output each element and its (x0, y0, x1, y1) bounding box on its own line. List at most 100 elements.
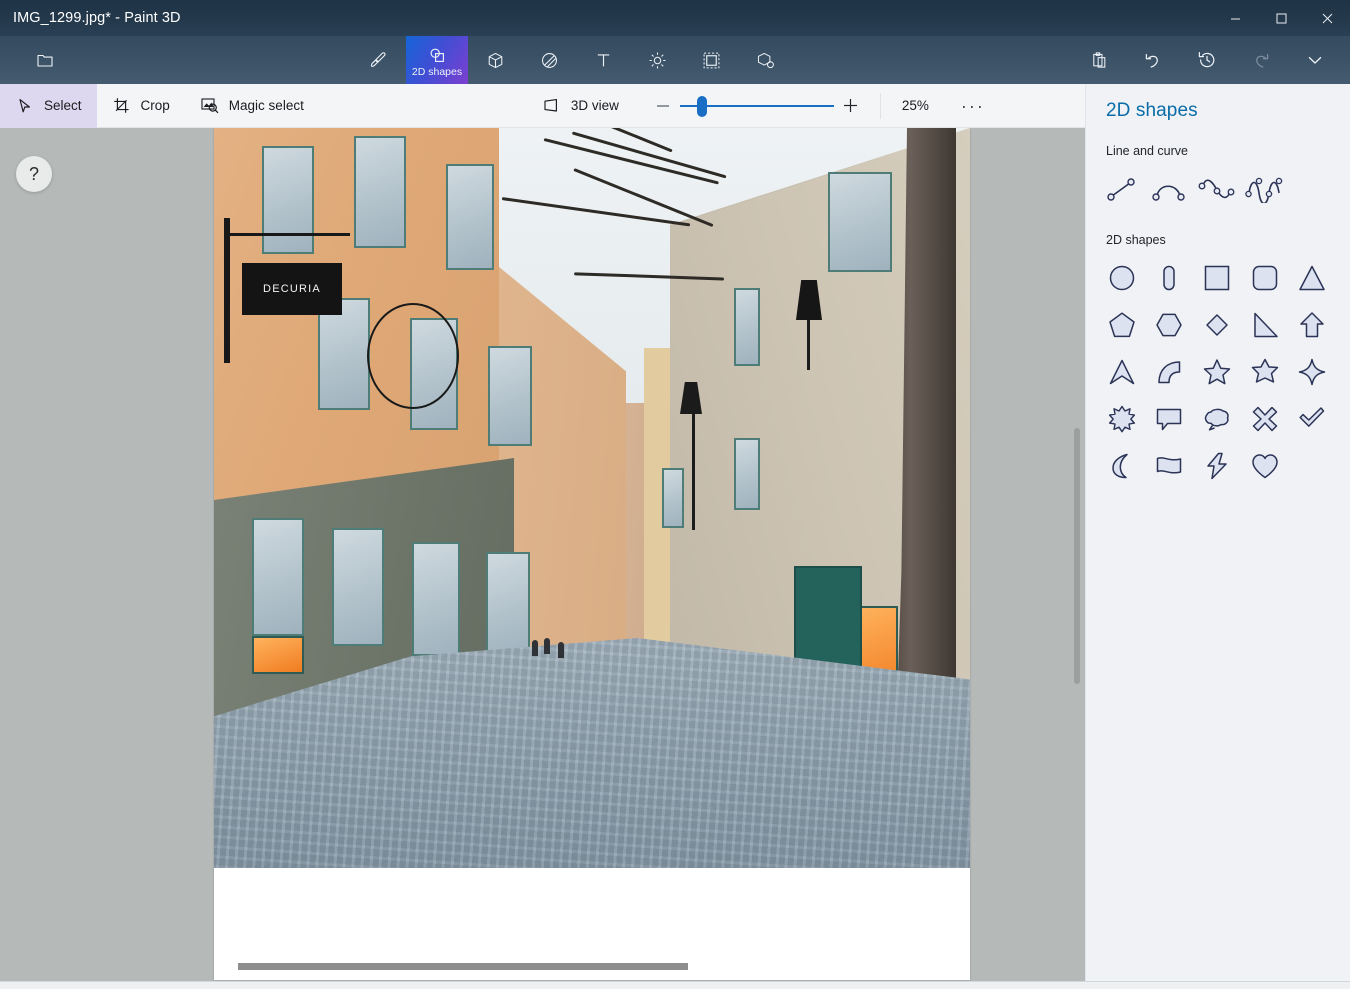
hexagon-shape-icon[interactable] (1146, 302, 1194, 347)
vertical-scrollbar-thumb[interactable] (1074, 428, 1080, 684)
pedestrian (532, 640, 538, 656)
right-triangle-shape-icon[interactable] (1241, 302, 1289, 347)
canvas-area[interactable]: ? (0, 128, 1085, 981)
zoom-out-button[interactable] (648, 90, 678, 122)
pentagon-shape-icon[interactable] (1098, 302, 1146, 347)
arrow-up-shape-icon[interactable] (1288, 302, 1336, 347)
window (734, 288, 760, 366)
window-controls (1212, 0, 1350, 36)
3d-shapes-icon (486, 49, 505, 71)
undo-button[interactable] (1126, 36, 1180, 84)
ribbon-item-effects[interactable] (630, 36, 684, 84)
line-and-curve-grid (1086, 158, 1350, 211)
starburst-shape-icon[interactable] (1098, 396, 1146, 441)
chevron-down-icon (1305, 49, 1325, 71)
crop-tool-button[interactable]: Crop (97, 84, 185, 128)
wave-curve-icon[interactable] (1241, 166, 1289, 211)
curve-icon[interactable] (1146, 166, 1194, 211)
redo-icon (1251, 49, 1271, 71)
cursor-icon (15, 98, 35, 114)
ribbon-item-3d-shapes[interactable] (468, 36, 522, 84)
quarter-pie-shape-icon[interactable] (1146, 349, 1194, 394)
shapes-grid-spacer (1288, 443, 1336, 488)
ribbon-item-stickers[interactable] (522, 36, 576, 84)
zoom-level-value[interactable]: 25% (880, 93, 950, 119)
chevron-arrow-shape-icon[interactable] (1098, 349, 1146, 394)
crop-tool-label: Crop (141, 98, 170, 113)
street-lamp-post (692, 410, 695, 530)
minimize-button[interactable] (1212, 0, 1258, 36)
star-four-point-shape-icon[interactable] (1288, 349, 1336, 394)
window (662, 468, 684, 528)
ribbon-item-3d-library[interactable] (738, 36, 792, 84)
select-tool-button[interactable]: Select (0, 84, 97, 128)
help-button[interactable]: ? (16, 156, 52, 192)
pedestrian (558, 642, 564, 658)
history-button[interactable] (1180, 36, 1234, 84)
3d-library-icon (756, 49, 775, 71)
ribbon-item-text[interactable] (576, 36, 630, 84)
window (488, 346, 532, 446)
ellipse-annotation[interactable] (367, 303, 459, 409)
panel-title: 2D shapes (1086, 84, 1350, 122)
star-six-point-shape-icon[interactable] (1241, 349, 1289, 394)
window (734, 438, 760, 510)
triangle-shape-icon[interactable] (1288, 255, 1336, 300)
ribbon-item-brushes[interactable] (352, 36, 406, 84)
thought-bubble-shape-icon[interactable] (1193, 396, 1241, 441)
shapes-grid (1086, 247, 1350, 488)
window (354, 136, 406, 248)
title-bar: IMG_1299.jpg* - Paint 3D (0, 0, 1350, 36)
diamond-shape-icon[interactable] (1193, 302, 1241, 347)
checkmark-shape-icon[interactable] (1288, 396, 1336, 441)
square-shape-icon[interactable] (1193, 255, 1241, 300)
s-curve-icon[interactable] (1193, 166, 1241, 211)
panel-section-2d-shapes: 2D shapes (1086, 211, 1350, 247)
canvas-paper[interactable]: DECURIA (214, 128, 970, 980)
banner-shape-icon[interactable] (1146, 443, 1194, 488)
main-ribbon: 2D shapes (0, 36, 1350, 84)
redo-button[interactable] (1234, 36, 1288, 84)
canvas-icon (702, 49, 721, 71)
line-icon[interactable] (1098, 166, 1146, 211)
window (446, 164, 494, 270)
ribbon-expand-button[interactable] (1288, 36, 1342, 84)
horizontal-scrollbar[interactable] (214, 961, 970, 971)
lightning-shape-icon[interactable] (1193, 443, 1241, 488)
view-3d-button[interactable]: 3D view (527, 84, 634, 128)
rounded-square-shape-icon[interactable] (1241, 255, 1289, 300)
zoom-in-button[interactable] (836, 90, 866, 122)
shop-sign: DECURIA (242, 263, 342, 315)
cross-x-shape-icon[interactable] (1241, 396, 1289, 441)
window (828, 172, 892, 272)
more-options-button[interactable]: ··· (952, 90, 994, 122)
zoom-slider[interactable] (680, 90, 834, 122)
brush-icon (369, 49, 389, 71)
close-button[interactable] (1304, 0, 1350, 36)
file-menu-button[interactable] (18, 36, 72, 84)
folder-icon (36, 49, 54, 71)
zoom-slider-thumb[interactable] (697, 96, 707, 117)
speech-bubble-shape-icon[interactable] (1146, 396, 1194, 441)
zoom-control: 25% ··· (648, 90, 994, 122)
paste-button[interactable] (1072, 36, 1126, 84)
ribbon-item-canvas[interactable] (684, 36, 738, 84)
image-content[interactable]: DECURIA (214, 128, 970, 868)
horizontal-scrollbar-thumb[interactable] (238, 963, 688, 970)
effects-icon (648, 49, 667, 71)
magic-select-button[interactable]: Magic select (185, 84, 319, 128)
heart-shape-icon[interactable] (1241, 443, 1289, 488)
vertical-scrollbar[interactable] (1071, 128, 1083, 981)
rounded-capsule-shape-icon[interactable] (1146, 255, 1194, 300)
ribbon-item-2d-shapes[interactable]: 2D shapes (406, 36, 468, 84)
pedestrian (544, 638, 550, 654)
window (332, 528, 384, 646)
star-five-point-shape-icon[interactable] (1193, 349, 1241, 394)
view-3d-label: 3D view (571, 98, 619, 113)
moon-shape-icon[interactable] (1098, 443, 1146, 488)
window (486, 552, 530, 656)
circle-shape-icon[interactable] (1098, 255, 1146, 300)
panel-section-line-and-curve: Line and curve (1086, 122, 1350, 158)
window-title: IMG_1299.jpg* - Paint 3D (13, 10, 181, 26)
maximize-button[interactable] (1258, 0, 1304, 36)
